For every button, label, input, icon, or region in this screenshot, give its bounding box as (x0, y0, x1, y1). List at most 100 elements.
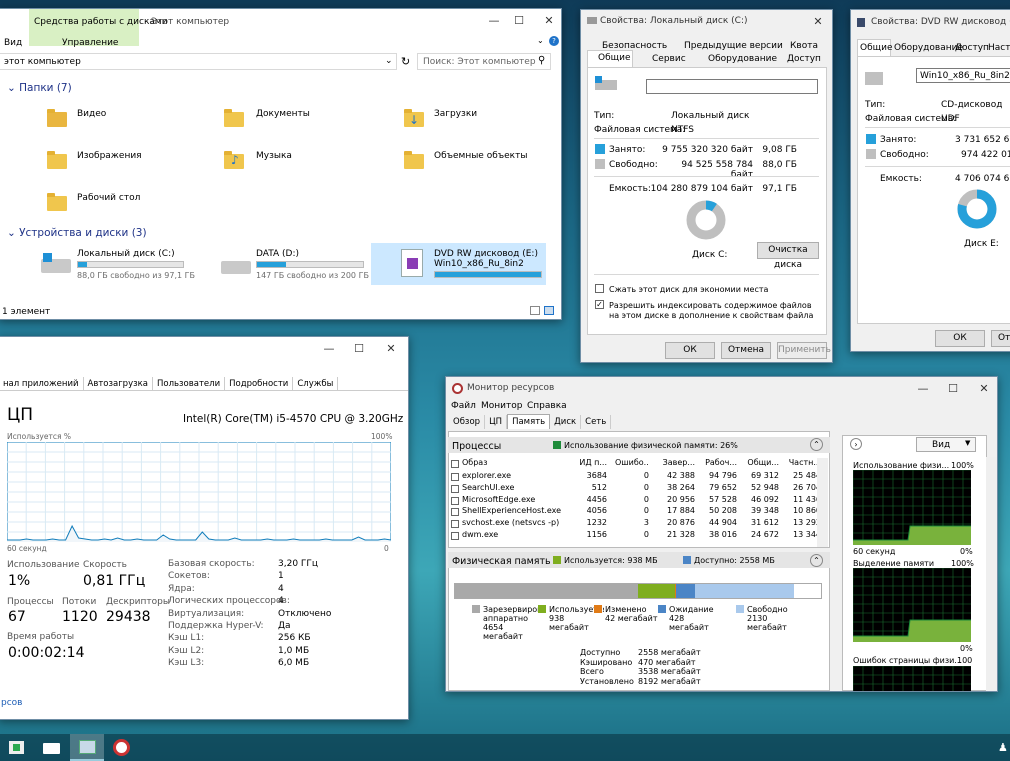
menu-monitor[interactable]: Монитор (481, 401, 522, 411)
cancel-button[interactable]: Отмена (991, 330, 1010, 347)
tab-disk[interactable]: Диск (550, 415, 582, 429)
volume-label-input[interactable] (646, 79, 818, 94)
ok-button[interactable]: ОК (935, 330, 985, 347)
table-cell: 3684 (586, 471, 607, 480)
tab-services[interactable]: Службы (293, 377, 339, 391)
total-label: Доступно (580, 648, 621, 657)
maximize-button[interactable]: ☐ (938, 377, 968, 401)
table-row[interactable]: svchost.exe (netsvcs -p) 1232 3 20 876 44 90… (449, 518, 819, 530)
row-checkbox[interactable] (451, 532, 459, 540)
tab-previous-versions[interactable]: Предыдущие версии (684, 41, 783, 51)
tab-sharing[interactable]: Доступ (787, 54, 821, 64)
spec-label: Базовая скорость: (168, 559, 255, 569)
tab-cpu[interactable]: ЦП (485, 415, 508, 429)
avail-swatch (683, 556, 691, 564)
tab-quota[interactable]: Квота (790, 41, 818, 51)
ribbon-title: Этот компьютер (151, 17, 230, 27)
tab-hardware[interactable]: Оборудование (894, 43, 963, 53)
table-row[interactable]: SearchUI.exe 512 0 38 264 79 652 52 948 26 704 (449, 483, 819, 495)
row-checkbox[interactable] (451, 520, 459, 529)
tab-network[interactable]: Сеть (581, 415, 612, 429)
chevron-down-icon[interactable]: ⌄ (537, 36, 544, 45)
column-header[interactable]: ИД п... (577, 458, 607, 467)
table-row[interactable]: dwm.exe 1156 0 21 328 38 016 24 672 13 344 (449, 530, 819, 542)
mail-icon[interactable] (43, 743, 60, 754)
resource-monitor-icon[interactable] (113, 739, 130, 756)
details-view-icon[interactable] (530, 306, 540, 315)
graph-label: Используется % (7, 432, 71, 441)
tab-settings[interactable]: Настр (988, 43, 1010, 53)
graph-1-min: 0% (960, 547, 973, 556)
column-header[interactable]: Ошибо... (615, 458, 649, 467)
refresh-icon[interactable]: ↻ (401, 55, 410, 68)
close-button[interactable]: ✕ (534, 9, 561, 33)
row-checkbox[interactable] (451, 508, 459, 517)
index-checkbox[interactable]: ✓ (595, 300, 604, 309)
row-checkbox[interactable] (451, 496, 459, 505)
expand-icon[interactable]: › (850, 438, 862, 450)
column-header[interactable]: Рабоч... (701, 458, 737, 467)
tab-startup[interactable]: Автозагрузка (84, 377, 153, 391)
disk-cleanup-button[interactable]: Очистка диска (757, 242, 819, 270)
compress-checkbox[interactable] (595, 284, 604, 293)
graph-3-max: 100 (957, 656, 973, 665)
menu-help[interactable]: Справка (527, 401, 567, 411)
select-all-checkbox[interactable] (451, 460, 459, 468)
view-label: Вид (932, 440, 951, 450)
minimize-button[interactable]: — (314, 337, 344, 361)
column-header[interactable]: Частн... (785, 458, 819, 467)
tab-users[interactable]: Пользователи (153, 377, 226, 391)
column-header[interactable]: Общи... (743, 458, 779, 467)
collapse-icon[interactable]: ⌃ (810, 438, 823, 451)
search-icon[interactable]: ⚲ (538, 55, 545, 66)
people-icon[interactable]: ♟ (998, 741, 1008, 754)
collapse-icon[interactable]: ⌃ (810, 554, 823, 567)
maximize-button[interactable]: ☐ (504, 9, 534, 33)
legend-swatch (736, 605, 744, 613)
apply-button[interactable]: Применить (777, 342, 831, 359)
tab-general[interactable]: Общие (860, 43, 893, 53)
help-icon[interactable]: ? (549, 36, 559, 46)
tab-memory[interactable]: Память (507, 414, 551, 429)
maximize-button[interactable]: ☐ (344, 337, 374, 361)
table-row[interactable]: MicrosoftEdge.exe 4456 0 20 956 57 528 46 092… (449, 495, 819, 507)
chevron-down-icon[interactable]: ⌄ (385, 56, 393, 66)
tab-overview[interactable]: Обзор (449, 415, 486, 429)
row-checkbox[interactable] (451, 484, 459, 493)
resource-monitor-link[interactable]: рсов (1, 698, 22, 708)
close-button[interactable]: ✕ (969, 377, 997, 401)
used-label: Занято: (609, 145, 646, 155)
row-checkbox[interactable] (451, 473, 459, 481)
tab-manage[interactable]: Управление (62, 38, 118, 48)
tab-service[interactable]: Сервис (652, 54, 686, 64)
column-header[interactable]: Завер... (659, 458, 695, 467)
drives-header[interactable]: ⌄ Устройства и диски (3) (7, 227, 147, 239)
store-icon[interactable] (9, 741, 24, 754)
address-text: этот компьютер (4, 57, 81, 67)
menu-file[interactable]: Файл (451, 401, 476, 411)
spec-label: Логических процессоров: (168, 596, 290, 607)
table-cell: dwm.exe (462, 530, 499, 539)
graph-scrollbar[interactable] (986, 457, 997, 691)
tab-sharing[interactable]: Доступ (955, 43, 989, 53)
column-header[interactable]: Образ (462, 458, 572, 467)
close-button[interactable]: ✕ (376, 337, 406, 361)
proc-scrollbar[interactable] (817, 458, 828, 547)
table-row[interactable]: ShellExperienceHost.exe 4056 0 17 884 50 208… (449, 506, 819, 518)
tab-app-history[interactable]: нал приложений (0, 377, 84, 391)
minimize-button[interactable]: — (908, 377, 938, 401)
ok-button[interactable]: ОК (665, 342, 715, 359)
table-cell: 1232 (586, 518, 607, 528)
tab-hardware[interactable]: Оборудование (708, 54, 777, 64)
folders-header[interactable]: ⌄ Папки (7) (7, 82, 72, 94)
hard-disk-icon (221, 261, 251, 274)
cancel-button[interactable]: Отмена (721, 342, 771, 359)
chevron-down-icon: ⌄ (7, 82, 20, 94)
table-row[interactable]: explorer.exe 3684 0 42 388 94 796 69 312 25 48… (449, 471, 819, 483)
tiles-view-icon[interactable] (544, 306, 554, 315)
tab-view[interactable]: Вид (4, 38, 22, 48)
close-button[interactable]: ✕ (803, 10, 832, 34)
total-value: 470 мегабайт (638, 657, 696, 667)
tab-details[interactable]: Подробности (225, 377, 294, 391)
tab-general[interactable]: Общие (598, 53, 631, 63)
